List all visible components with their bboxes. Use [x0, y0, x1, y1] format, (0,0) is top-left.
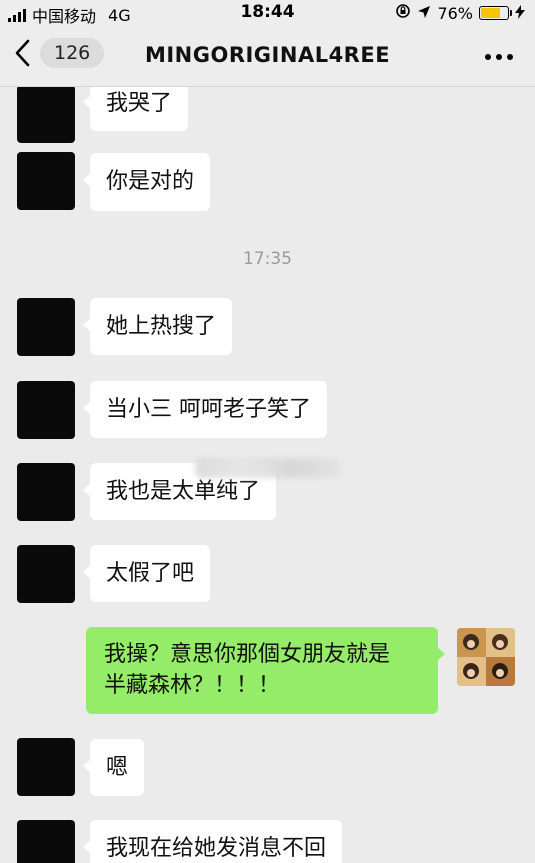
message-bubble[interactable]: 我现在给她发消息不回 — [82, 820, 343, 863]
message-line: 我操？意思你那個女朋友就是 — [104, 642, 391, 667]
avatar[interactable] — [17, 381, 75, 439]
battery-icon — [479, 6, 512, 20]
status-right: 76% — [395, 3, 525, 23]
avatar[interactable] — [17, 820, 75, 863]
message-bubble[interactable]: 她上热搜了 — [82, 298, 233, 355]
avatar-self[interactable] — [457, 628, 515, 686]
avatar-image — [457, 628, 515, 686]
lock-rotation-icon — [395, 3, 411, 23]
message-bubble[interactable]: 你是对的 — [82, 153, 211, 211]
message-bubble[interactable]: 太假了吧 — [82, 545, 211, 602]
more-options-icon[interactable] — [485, 54, 513, 60]
chat-header: 126 MINGORIGINAL4REE — [0, 26, 535, 87]
avatar[interactable] — [17, 738, 75, 796]
avatar[interactable] — [17, 545, 75, 603]
charging-icon — [515, 4, 525, 23]
message-bubble[interactable]: 当小三 呵呵老子笑了 — [83, 381, 327, 438]
battery-percent: 76% — [437, 3, 473, 23]
message-bubble[interactable]: 我哭了 — [82, 87, 189, 131]
avatar[interactable] — [17, 298, 75, 356]
message-bubble[interactable]: 嗯 — [82, 739, 145, 796]
timestamp: 17:35 — [243, 249, 292, 269]
avatar[interactable] — [17, 463, 75, 521]
location-icon — [417, 4, 431, 23]
message-bubble-self[interactable]: 我操？意思你那個女朋友就是 半藏森林？！！！ — [86, 627, 445, 714]
status-bar: 中国移动 4G 18:44 76% — [0, 0, 535, 26]
avatar[interactable] — [17, 87, 75, 143]
avatar[interactable] — [17, 152, 75, 210]
message-line: 半藏森林？！！！ — [104, 673, 281, 698]
chat-title: MINGORIGINAL4REE — [144, 43, 391, 67]
blurred-watermark — [195, 458, 340, 478]
